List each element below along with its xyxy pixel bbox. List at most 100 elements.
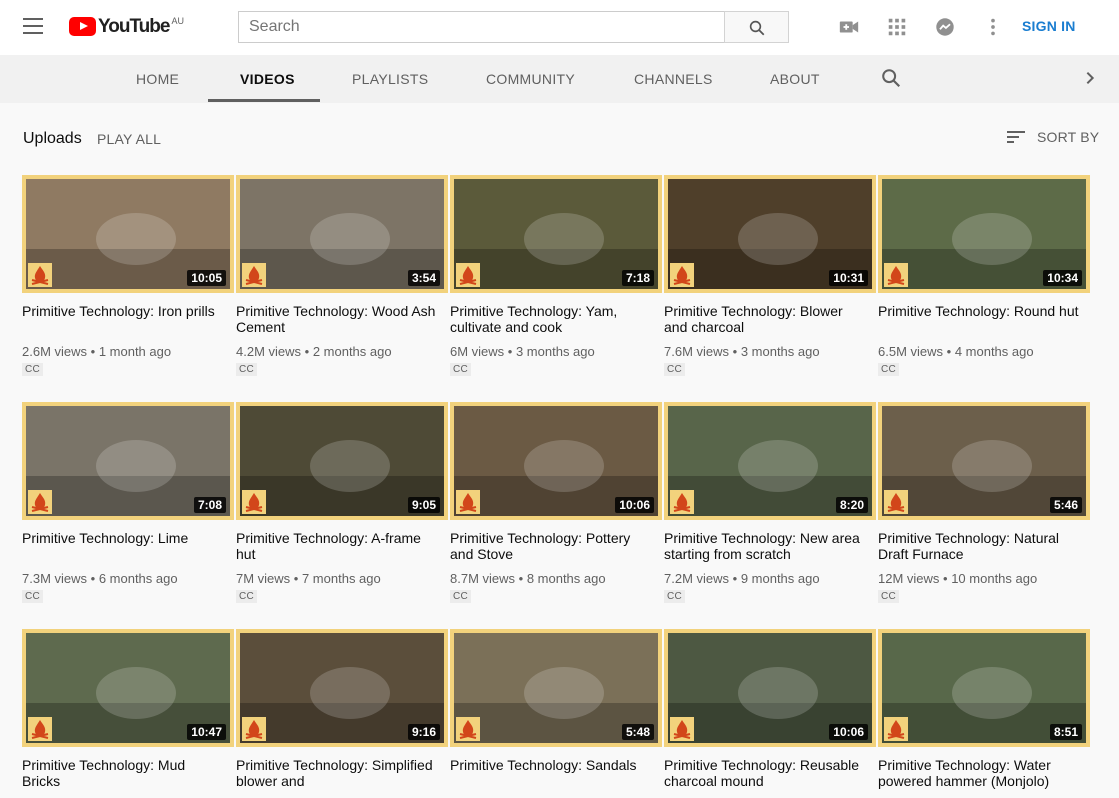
video-thumbnail[interactable]: 10:06 (450, 402, 662, 520)
upload-age: 2 months ago (312, 344, 392, 359)
channel-search-icon[interactable] (880, 67, 902, 94)
video-card[interactable]: 8:20 Primitive Technology: New area star… (664, 402, 876, 604)
view-count: 7M views (236, 571, 291, 586)
tab-playlists[interactable]: PLAYLISTS (352, 71, 428, 87)
channel-watermark-icon (884, 263, 908, 287)
video-card[interactable]: 10:06 Primitive Technology: Reusable cha… (664, 629, 876, 798)
video-title[interactable]: Primitive Technology: Blower and charcoa… (664, 303, 876, 335)
video-thumbnail[interactable]: 10:05 (22, 175, 234, 293)
sign-in-button[interactable]: SIGN IN (1022, 18, 1076, 34)
video-title[interactable]: Primitive Technology: Lime (22, 530, 234, 562)
tab-channels[interactable]: CHANNELS (634, 71, 713, 87)
play-all-button[interactable]: PLAY ALL (97, 131, 161, 147)
masthead: YouTube AU SIGN IN (0, 0, 1119, 55)
video-card[interactable]: 10:06 Primitive Technology: Pottery and … (450, 402, 662, 604)
upload-age: 7 months ago (301, 571, 381, 586)
channel-watermark-icon (242, 717, 266, 741)
video-title[interactable]: Primitive Technology: Round hut (878, 303, 1090, 335)
video-card[interactable]: 10:05 Primitive Technology: Iron prills … (22, 175, 234, 377)
video-card[interactable]: 3:54 Primitive Technology: Wood Ash Ceme… (236, 175, 448, 377)
video-thumbnail[interactable]: 10:31 (664, 175, 876, 293)
video-title[interactable]: Primitive Technology: Simplified blower … (236, 757, 448, 789)
video-thumbnail[interactable]: 9:05 (236, 402, 448, 520)
menu-icon[interactable] (23, 18, 43, 34)
video-duration: 3:54 (407, 270, 440, 286)
view-count: 7.3M views (22, 571, 88, 586)
video-duration: 10:31 (829, 270, 868, 286)
tab-community[interactable]: COMMUNITY (486, 71, 575, 87)
chevron-right-icon[interactable] (1082, 70, 1098, 91)
video-thumbnail[interactable]: 5:46 (878, 402, 1090, 520)
video-card[interactable]: 7:18 Primitive Technology: Yam, cultivat… (450, 175, 662, 377)
uploads-heading: Uploads (23, 130, 82, 147)
video-thumbnail[interactable]: 9:16 (236, 629, 448, 747)
video-duration: 9:05 (407, 497, 440, 513)
youtube-logo[interactable]: YouTube AU (69, 16, 184, 38)
meta-separator: • (515, 571, 527, 586)
video-meta: 6M views • 3 months ago (450, 344, 662, 359)
upload-age: 4 months ago (954, 344, 1034, 359)
video-title[interactable]: Primitive Technology: Iron prills (22, 303, 234, 335)
video-title[interactable]: Primitive Technology: Mud Bricks (22, 757, 234, 789)
video-card[interactable]: 10:31 Primitive Technology: Blower and c… (664, 175, 876, 377)
video-title[interactable]: Primitive Technology: Pottery and Stove (450, 530, 662, 562)
video-title[interactable]: Primitive Technology: Reusable charcoal … (664, 757, 876, 789)
video-thumbnail[interactable]: 10:47 (22, 629, 234, 747)
video-duration: 7:18 (621, 270, 654, 286)
channel-watermark-icon (28, 490, 52, 514)
tab-videos[interactable]: VIDEOS (240, 71, 295, 87)
video-thumbnail[interactable]: 8:51 (878, 629, 1090, 747)
video-card[interactable]: 9:05 Primitive Technology: A-frame hut 7… (236, 402, 448, 604)
video-card[interactable]: 5:46 Primitive Technology: Natural Draft… (878, 402, 1090, 604)
video-title[interactable]: Primitive Technology: New area starting … (664, 530, 876, 562)
channel-watermark-icon (670, 490, 694, 514)
video-meta: 2.6M views • 1 month ago (22, 344, 234, 359)
video-title[interactable]: Primitive Technology: Natural Draft Furn… (878, 530, 1090, 562)
messages-icon[interactable] (934, 16, 956, 38)
tab-home[interactable]: HOME (136, 71, 179, 87)
video-thumbnail[interactable]: 5:48 (450, 629, 662, 747)
cc-badge: CC (450, 363, 472, 376)
upload-age: 1 month ago (98, 344, 172, 359)
video-thumbnail[interactable]: 8:20 (664, 402, 876, 520)
view-count: 12M views (878, 571, 940, 586)
sort-by-button[interactable]: SORT BY (1007, 129, 1099, 145)
video-thumbnail[interactable]: 3:54 (236, 175, 448, 293)
tab-about[interactable]: ABOUT (770, 71, 820, 87)
video-card[interactable]: 8:51 Primitive Technology: Water powered… (878, 629, 1090, 798)
more-vert-icon[interactable] (982, 16, 1004, 38)
cc-badge: CC (450, 590, 472, 603)
video-card[interactable]: 5:48 Primitive Technology: Sandals (450, 629, 662, 798)
view-count: 6M views (450, 344, 505, 359)
video-card[interactable]: 9:16 Primitive Technology: Simplified bl… (236, 629, 448, 798)
logo-text: YouTube (98, 16, 170, 37)
view-count: 7.2M views (664, 571, 730, 586)
video-title[interactable]: Primitive Technology: Yam, cultivate and… (450, 303, 662, 335)
meta-separator: • (504, 344, 516, 359)
video-title[interactable]: Primitive Technology: A-frame hut (236, 530, 448, 562)
channel-watermark-icon (456, 263, 480, 287)
video-card[interactable]: 7:08 Primitive Technology: Lime 7.3M vie… (22, 402, 234, 604)
meta-separator: • (729, 344, 741, 359)
video-title[interactable]: Primitive Technology: Water powered hamm… (878, 757, 1090, 789)
video-thumbnail[interactable]: 10:06 (664, 629, 876, 747)
video-thumbnail[interactable]: 10:34 (878, 175, 1090, 293)
video-card[interactable]: 10:47 Primitive Technology: Mud Bricks (22, 629, 234, 798)
video-camera-icon[interactable] (838, 16, 860, 38)
video-meta: 7M views • 7 months ago (236, 571, 448, 586)
search-input[interactable] (238, 11, 725, 43)
video-thumbnail[interactable]: 7:18 (450, 175, 662, 293)
video-meta: 6.5M views • 4 months ago (878, 344, 1090, 359)
channel-tab-bar: HOME VIDEOS PLAYLISTS COMMUNITY CHANNELS… (0, 55, 1119, 103)
apps-grid-icon[interactable] (886, 16, 908, 38)
video-card[interactable]: 10:34 Primitive Technology: Round hut 6.… (878, 175, 1090, 377)
video-title[interactable]: Primitive Technology: Sandals (450, 757, 662, 789)
video-thumbnail[interactable]: 7:08 (22, 402, 234, 520)
cc-badge: CC (236, 590, 258, 603)
video-title[interactable]: Primitive Technology: Wood Ash Cement (236, 303, 448, 335)
cc-badge: CC (664, 363, 686, 376)
channel-watermark-icon (242, 263, 266, 287)
video-duration: 7:08 (193, 497, 226, 513)
search-button[interactable] (724, 11, 789, 43)
meta-separator: • (939, 571, 952, 586)
